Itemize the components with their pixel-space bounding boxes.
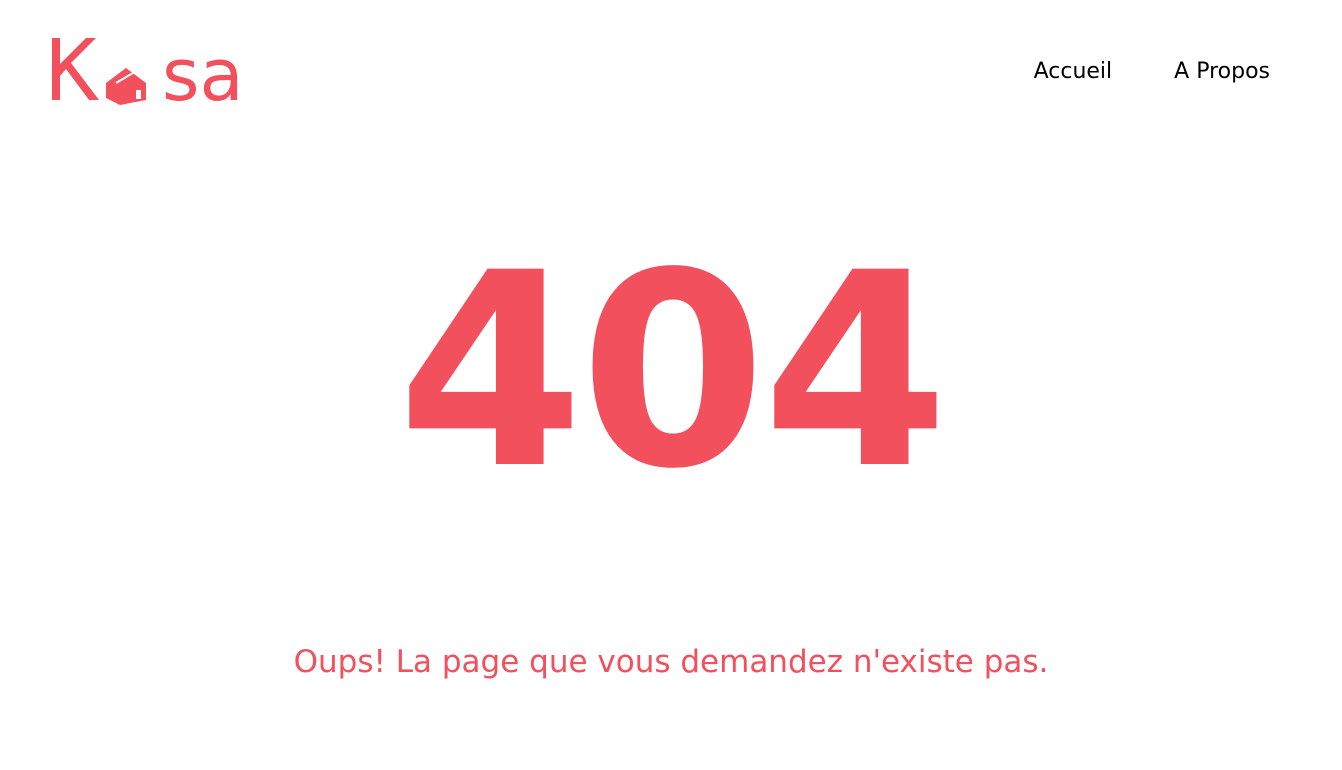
kasa-logo[interactable]: sa: [50, 36, 262, 106]
site-header: sa Accueil A Propos: [0, 0, 1342, 140]
main-nav: Accueil A Propos: [1034, 56, 1270, 88]
nav-link-a-propos[interactable]: A Propos: [1174, 56, 1270, 88]
logo-letter-k: [52, 38, 99, 100]
house-icon: [106, 68, 146, 105]
error-message: Oups! La page que vous demandez n'existe…: [293, 644, 1049, 680]
nav-link-accueil[interactable]: Accueil: [1034, 56, 1113, 88]
logo-letters-sa: sa: [162, 36, 244, 106]
error-code: 404: [397, 216, 948, 528]
kasa-logo-graphic: sa: [52, 36, 244, 106]
